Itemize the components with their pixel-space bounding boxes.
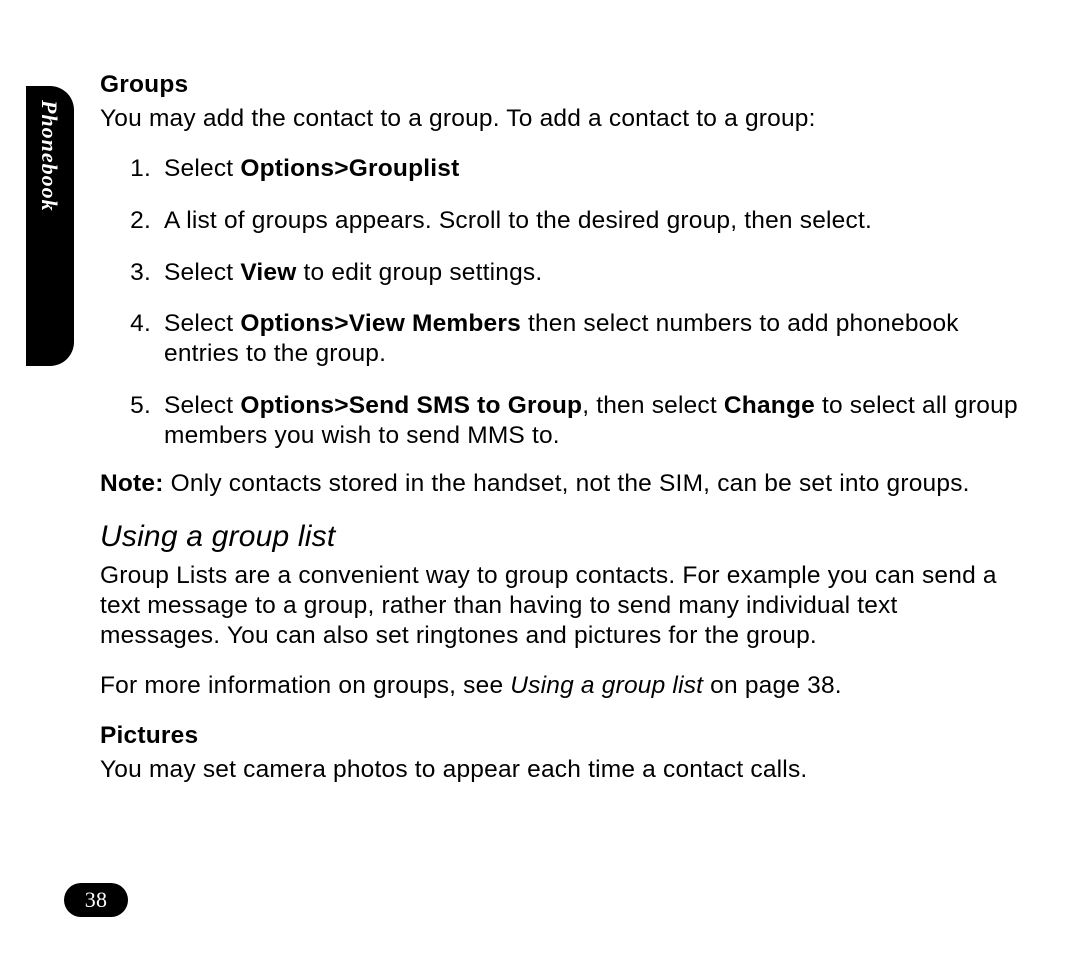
page-number: 38 <box>85 887 107 912</box>
note-text: Only contacts stored in the handset, not… <box>164 470 970 497</box>
step-bold: Change <box>724 392 815 419</box>
step-text: Select <box>164 259 240 286</box>
section-tab-label: Phonebook <box>37 100 62 212</box>
using-group-list-p2: For more information on groups, see Usin… <box>100 671 1022 701</box>
manual-page: Phonebook Groups You may add the contact… <box>0 0 1080 963</box>
step-text: Select <box>164 310 240 337</box>
section-tab-phonebook: Phonebook <box>26 86 74 366</box>
step-bold: View <box>240 259 296 286</box>
groups-note: Note: Only contacts stored in the handse… <box>100 469 1022 499</box>
step-text: , then select <box>582 392 724 419</box>
heading-groups: Groups <box>100 70 1022 100</box>
step-text: Select <box>164 155 240 182</box>
step-bold: Options>View Members <box>240 310 521 337</box>
step-5: Select Options>Send SMS to Group, then s… <box>158 391 1022 451</box>
step-3: Select View to edit group settings. <box>158 258 1022 288</box>
step-1: Select Options>Grouplist <box>158 154 1022 184</box>
step-bold: Options>Grouplist <box>240 155 459 182</box>
text: on page 38. <box>703 672 842 699</box>
using-group-list-p1: Group Lists are a convenient way to grou… <box>100 561 1022 651</box>
step-2: A list of groups appears. Scroll to the … <box>158 206 1022 236</box>
step-text: Select <box>164 392 240 419</box>
cross-reference: Using a group list <box>510 672 703 699</box>
groups-intro: You may add the contact to a group. To a… <box>100 104 1022 134</box>
step-bold: Options>Send SMS to Group <box>240 392 582 419</box>
step-text: to edit group settings. <box>297 259 543 286</box>
note-label: Note: <box>100 470 164 497</box>
groups-steps-list: Select Options>Grouplist A list of group… <box>100 154 1022 451</box>
heading-pictures: Pictures <box>100 721 1022 751</box>
pictures-p1: You may set camera photos to appear each… <box>100 755 1022 785</box>
step-4: Select Options>View Members then select … <box>158 309 1022 369</box>
page-number-badge: 38 <box>64 883 128 917</box>
heading-using-group-list: Using a group list <box>100 519 1022 556</box>
text: For more information on groups, see <box>100 672 510 699</box>
